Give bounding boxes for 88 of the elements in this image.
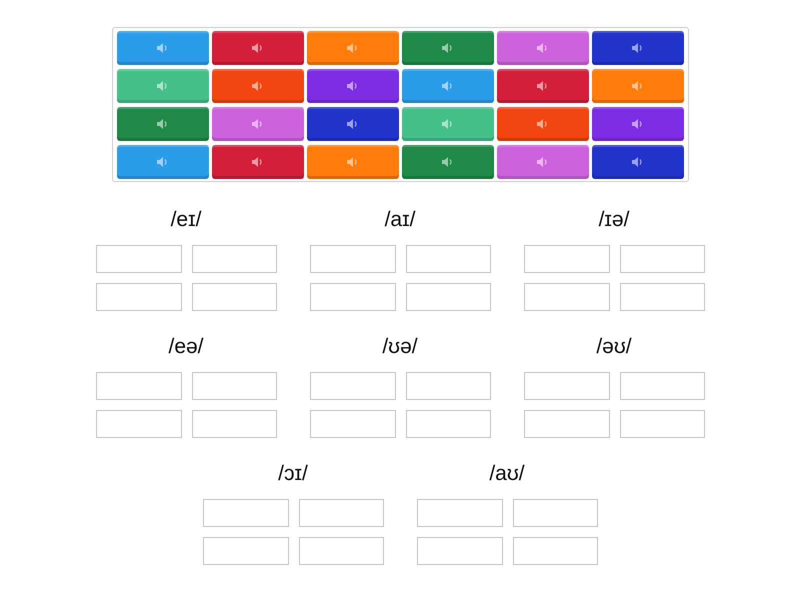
group-heading: /əʊ/ — [595, 335, 633, 359]
speaker-icon — [632, 80, 643, 92]
sound-tile[interactable] — [306, 69, 398, 103]
answer-box[interactable] — [416, 499, 502, 527]
speaker-icon — [442, 156, 453, 168]
speaker-icon — [632, 156, 643, 168]
speaker-icon — [157, 42, 168, 54]
answer-box[interactable] — [310, 410, 396, 438]
sound-tile[interactable] — [116, 31, 208, 65]
answer-box[interactable] — [524, 372, 610, 400]
speaker-icon — [632, 42, 643, 54]
answer-box[interactable] — [298, 499, 384, 527]
sound-tile[interactable] — [402, 145, 494, 179]
sound-tile[interactable] — [306, 107, 398, 141]
answer-box[interactable] — [406, 410, 490, 438]
group-heading: /ɪə/ — [598, 208, 630, 232]
group-heading: /aɪ/ — [384, 208, 416, 232]
answer-box[interactable] — [192, 372, 276, 400]
sound-tile[interactable] — [306, 145, 398, 179]
sound-tile[interactable] — [496, 69, 588, 103]
answer-box[interactable] — [406, 245, 490, 273]
speaker-icon — [442, 118, 453, 130]
sound-tile[interactable] — [116, 145, 208, 179]
answer-box[interactable] — [620, 283, 704, 311]
answer-box[interactable] — [406, 283, 490, 311]
speaker-icon — [252, 42, 263, 54]
sound-tile[interactable] — [212, 31, 304, 65]
speaker-icon — [347, 118, 358, 130]
answer-box[interactable] — [192, 245, 276, 273]
answer-box[interactable] — [310, 283, 396, 311]
answer-box[interactable] — [96, 245, 182, 273]
speaker-icon — [537, 156, 548, 168]
group-heading: /ʊə/ — [381, 335, 419, 359]
speaker-icon — [157, 118, 168, 130]
sound-tile[interactable] — [592, 69, 684, 103]
speaker-icon — [157, 156, 168, 168]
speaker-icon — [157, 80, 168, 92]
sound-tile[interactable] — [496, 145, 588, 179]
sound-tile[interactable] — [116, 69, 208, 103]
answer-box[interactable] — [620, 245, 704, 273]
speaker-icon — [347, 156, 358, 168]
answer-box[interactable] — [192, 283, 276, 311]
sound-tile[interactable] — [116, 107, 208, 141]
speaker-icon — [632, 118, 643, 130]
answer-box[interactable] — [202, 537, 288, 565]
sound-tile[interactable] — [592, 31, 684, 65]
answer-box[interactable] — [192, 410, 276, 438]
sound-tile[interactable] — [306, 31, 398, 65]
answer-box[interactable] — [524, 410, 610, 438]
speaker-icon — [537, 80, 548, 92]
answer-box[interactable] — [524, 245, 610, 273]
answer-box[interactable] — [96, 410, 182, 438]
answer-box[interactable] — [298, 537, 384, 565]
sound-tile[interactable] — [496, 107, 588, 141]
answer-box[interactable] — [524, 283, 610, 311]
group-heading: /eɪ/ — [170, 208, 202, 232]
sound-tile[interactable] — [402, 31, 494, 65]
speaker-icon — [537, 42, 548, 54]
answer-box[interactable] — [416, 537, 502, 565]
answer-box[interactable] — [620, 410, 704, 438]
group-heading: /aʊ/ — [488, 462, 526, 486]
answer-box[interactable] — [406, 372, 490, 400]
speaker-icon — [252, 118, 263, 130]
group-heading: /ɔɪ/ — [277, 462, 309, 486]
speaker-icon — [347, 42, 358, 54]
sound-tile[interactable] — [496, 31, 588, 65]
answer-box[interactable] — [202, 499, 288, 527]
speaker-icon — [537, 118, 548, 130]
speaker-icon — [442, 42, 453, 54]
sound-tile[interactable] — [212, 107, 304, 141]
sound-tile[interactable] — [212, 145, 304, 179]
sound-tile[interactable] — [402, 107, 494, 141]
sound-tile[interactable] — [402, 69, 494, 103]
group-heading: /eə/ — [167, 335, 205, 359]
answer-box[interactable] — [620, 372, 704, 400]
sound-tile[interactable] — [592, 107, 684, 141]
speaker-icon — [347, 80, 358, 92]
sound-tile[interactable] — [212, 69, 304, 103]
answer-box[interactable] — [96, 372, 182, 400]
answer-box[interactable] — [310, 245, 396, 273]
speaker-icon — [442, 80, 453, 92]
answer-box[interactable] — [96, 283, 182, 311]
answer-box[interactable] — [512, 537, 598, 565]
answer-box[interactable] — [512, 499, 598, 527]
sound-tile[interactable] — [592, 145, 684, 179]
speaker-icon — [252, 156, 263, 168]
answer-box[interactable] — [310, 372, 396, 400]
speaker-icon — [252, 80, 263, 92]
